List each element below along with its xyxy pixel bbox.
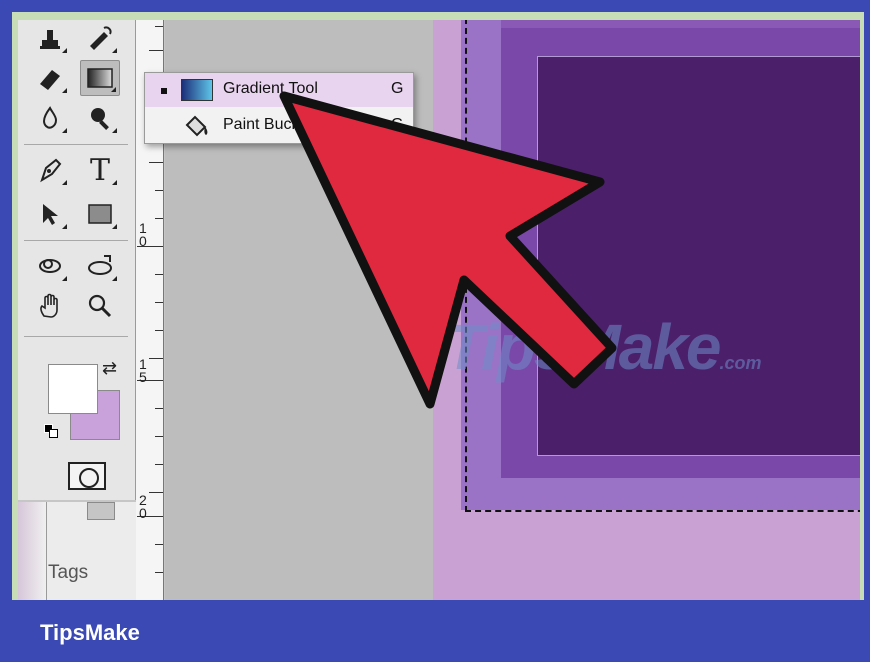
rectangle-shape-icon[interactable] [80,196,120,232]
swap-colors-icon[interactable]: ⇄ [102,358,117,379]
eraser-icon[interactable] [30,60,70,96]
ruler-tick [155,408,163,409]
ruler-tick [155,330,163,331]
foreground-color-swatch[interactable] [48,364,98,414]
selection-marquee [465,20,860,512]
tool-flyout-menu: Gradient Tool G Paint Bucket Tool G [144,72,414,144]
gradient-tool-button[interactable] [80,60,120,96]
toolbox: T ⇄ [18,20,136,500]
type-glyph: T [89,152,110,188]
stamp-icon[interactable] [30,20,70,56]
menu-item-shortcut: G [391,80,404,97]
gradient-icon [181,79,213,101]
pen-icon[interactable] [30,152,70,188]
history-brush-icon[interactable] [80,20,120,56]
tags-label: Tags [48,562,89,583]
gradient-icon [87,68,113,88]
blur-icon[interactable] [30,100,70,136]
ruler-tick [155,218,163,219]
watermark-suffix: .com [719,353,762,373]
toolbox-separator [24,144,128,145]
watermark-main: TipsMake [445,311,721,383]
panel-icon[interactable] [87,502,115,520]
3d-orbit-icon[interactable] [80,248,120,284]
selected-bullet [161,88,167,94]
burn-icon[interactable] [80,100,120,136]
tags-panel [46,502,136,600]
hand-icon[interactable] [30,288,70,324]
ruler-tick [155,274,163,275]
ruler-tick [149,50,163,51]
ruler-tick [149,358,163,359]
ruler-tick [155,190,163,191]
menu-item-shortcut: G [391,116,404,133]
ruler-tick [155,464,163,465]
toolbox-separator [24,336,128,337]
ruler-tick [155,26,163,27]
toolbox-separator [24,240,128,241]
ruler-tick [149,492,163,493]
ruler-tick [155,436,163,437]
quick-mask-icon[interactable] [68,462,106,490]
zoom-icon[interactable] [80,288,120,324]
ruler-tick [149,162,163,163]
ruler-tick [155,302,163,303]
menu-item-paint-bucket-tool[interactable]: Paint Bucket Tool G [145,109,413,143]
menu-item-gradient-tool[interactable]: Gradient Tool G [145,73,413,107]
paint-bucket-icon [181,115,213,137]
ruler-label: 1 5 [139,356,147,385]
default-colors-icon[interactable] [44,424,58,438]
menu-item-label: Paint Bucket Tool [223,116,347,133]
type-tool-icon[interactable]: T [80,152,120,188]
ruler-tick [155,572,163,573]
panel-strip [18,502,46,600]
ruler-tick [155,544,163,545]
3d-rotate-icon[interactable] [30,248,70,284]
path-select-icon[interactable] [30,196,70,232]
brand-name: TipsMake [40,620,140,645]
menu-item-label: Gradient Tool [223,80,318,97]
screenshot-border: TipsMake.com 1 0 1 5 2 0 Tags T ⇄ Gradie… [12,12,864,600]
ruler-label: 1 0 [139,220,147,249]
photoshop-window: TipsMake.com 1 0 1 5 2 0 Tags T ⇄ Gradie… [18,20,860,600]
ruler-label: 2 0 [139,492,147,521]
watermark: TipsMake.com [445,310,762,384]
